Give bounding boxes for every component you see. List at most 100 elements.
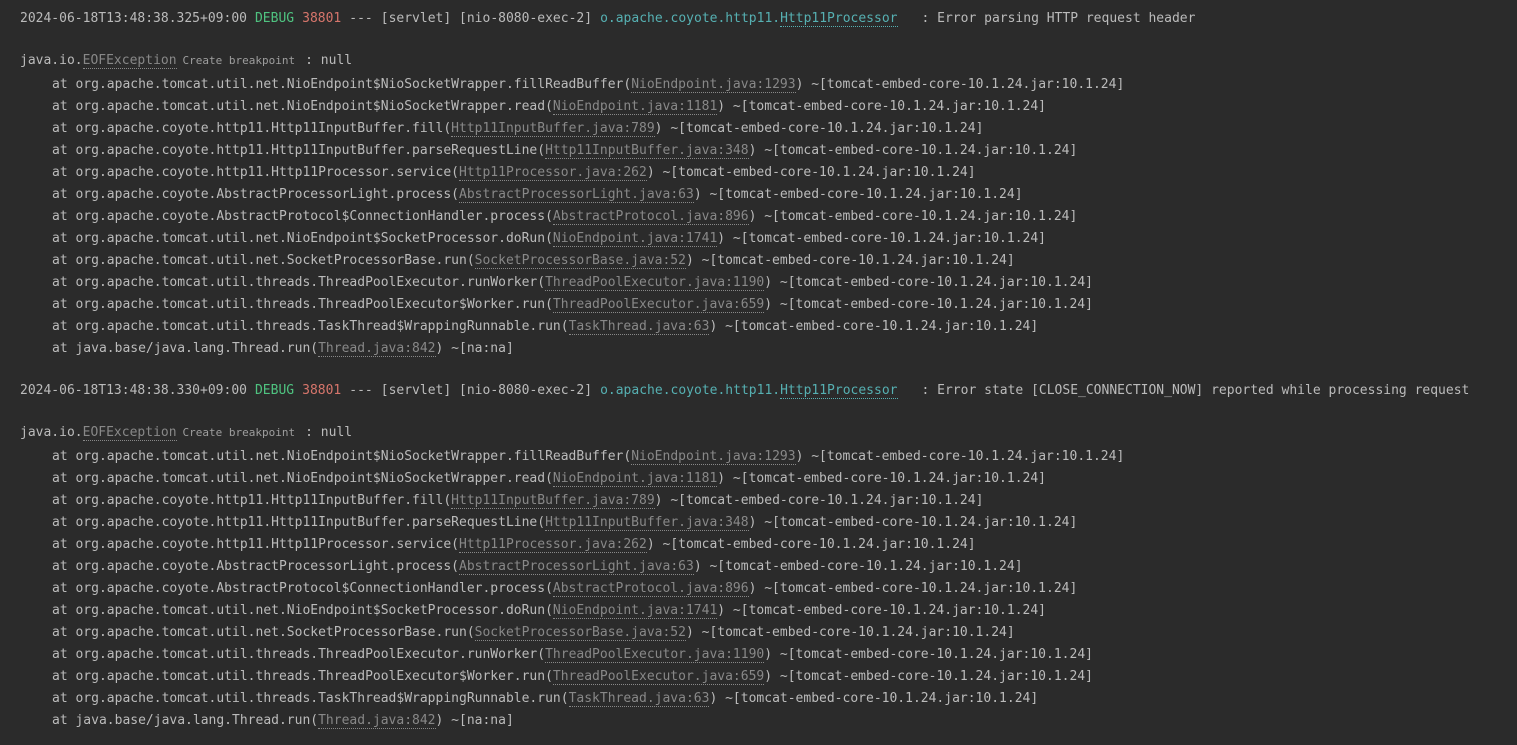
stack-frame: at org.apache.coyote.http11.Http11InputB… (20, 140, 1497, 162)
source-link[interactable]: NioEndpoint.java:1181 (553, 99, 717, 115)
stack-jar: ) ~[tomcat-embed-core-10.1.24.jar:10.1.2… (717, 99, 1046, 114)
stack-frame: at org.apache.coyote.http11.Http11InputB… (20, 512, 1497, 534)
source-link[interactable]: NioEndpoint.java:1181 (553, 471, 717, 487)
stack-jar: ) ~[tomcat-embed-core-10.1.24.jar:10.1.2… (764, 275, 1093, 290)
separator: --- (349, 380, 372, 402)
stack-jar: ) ~[tomcat-embed-core-10.1.24.jar:10.1.2… (686, 625, 1015, 640)
timestamp: 2024-06-18T13:48:38.330+09:00 (20, 380, 247, 402)
stack-frame: at org.apache.tomcat.util.net.SocketProc… (20, 622, 1497, 644)
stack-jar: ) ~[tomcat-embed-core-10.1.24.jar:10.1.2… (647, 537, 976, 552)
stack-method: at org.apache.coyote.http11.Http11InputB… (52, 121, 451, 136)
separator: --- (349, 8, 372, 30)
stack-method: at org.apache.coyote.http11.Http11InputB… (52, 515, 545, 530)
exception-class-link[interactable]: EOFException (83, 425, 177, 441)
source-link[interactable]: ThreadPoolExecutor.java:1190 (545, 647, 764, 663)
stack-frame: at org.apache.tomcat.util.net.NioEndpoin… (20, 468, 1497, 490)
source-link[interactable]: Thread.java:842 (318, 713, 435, 729)
logger-prefix: o.apache.coyote.http11. (600, 383, 780, 398)
source-link[interactable]: Http11InputBuffer.java:348 (545, 515, 749, 531)
stack-frame: at java.base/java.lang.Thread.run(Thread… (20, 710, 1497, 732)
source-link[interactable]: Http11Processor.java:262 (459, 165, 647, 181)
source-link[interactable]: NioEndpoint.java:1293 (631, 449, 795, 465)
stack-method: at org.apache.coyote.AbstractProtocol$Co… (52, 209, 553, 224)
stack-method: at org.apache.tomcat.util.net.NioEndpoin… (52, 603, 553, 618)
stack-method: at org.apache.coyote.AbstractProcessorLi… (52, 187, 459, 202)
stack-jar: ) ~[tomcat-embed-core-10.1.24.jar:10.1.2… (749, 209, 1078, 224)
source-link[interactable]: ThreadPoolExecutor.java:659 (553, 669, 764, 685)
stack-method: at org.apache.tomcat.util.threads.Thread… (52, 275, 545, 290)
stack-jar: ) ~[tomcat-embed-core-10.1.24.jar:10.1.2… (647, 165, 976, 180)
source-link[interactable]: SocketProcessorBase.java:52 (475, 253, 686, 269)
stack-frame: at java.base/java.lang.Thread.run(Thread… (20, 338, 1497, 360)
log-header: 2024-06-18T13:48:38.330+09:00 DEBUG 38801-… (20, 380, 1497, 402)
exception-package: java.io. (20, 425, 83, 440)
exception-class-link[interactable]: EOFException (83, 53, 177, 69)
stack-method: at org.apache.coyote.AbstractProtocol$Co… (52, 581, 553, 596)
logger-class-link[interactable]: Http11Processor (780, 383, 897, 399)
source-link[interactable]: AbstractProtocol.java:896 (553, 581, 749, 597)
exception-message: : null (305, 425, 352, 440)
stack-jar: ) ~[tomcat-embed-core-10.1.24.jar:10.1.2… (796, 77, 1125, 92)
log-message: : Error state [CLOSE_CONNECTION_NOW] rep… (922, 380, 1470, 402)
log-level: DEBUG (255, 8, 294, 30)
stack-method: at org.apache.tomcat.util.threads.TaskTh… (52, 691, 569, 706)
source-link[interactable]: TaskThread.java:63 (569, 691, 710, 707)
stack-jar: ) ~[tomcat-embed-core-10.1.24.jar:10.1.2… (686, 253, 1015, 268)
stack-frame: at org.apache.coyote.http11.Http11Proces… (20, 534, 1497, 556)
source-link[interactable]: Http11Processor.java:262 (459, 537, 647, 553)
source-link[interactable]: Http11InputBuffer.java:789 (451, 493, 655, 509)
log-level: DEBUG (255, 380, 294, 402)
source-link[interactable]: Http11InputBuffer.java:789 (451, 121, 655, 137)
source-link[interactable]: AbstractProcessorLight.java:63 (459, 559, 694, 575)
stack-method: at java.base/java.lang.Thread.run( (52, 341, 318, 356)
source-link[interactable]: NioEndpoint.java:1741 (553, 603, 717, 619)
source-link[interactable]: NioEndpoint.java:1293 (631, 77, 795, 93)
console-output[interactable]: 2024-06-18T13:48:38.325+09:00DEBUG38801-… (20, 8, 1497, 732)
stack-frame: at org.apache.tomcat.util.threads.Thread… (20, 666, 1497, 688)
source-link[interactable]: SocketProcessorBase.java:52 (475, 625, 686, 641)
stack-method: at org.apache.tomcat.util.net.NioEndpoin… (52, 231, 553, 246)
stack-method: at java.base/java.lang.Thread.run( (52, 713, 318, 728)
stack-jar: ) ~[tomcat-embed-core-10.1.24.jar:10.1.2… (717, 603, 1046, 618)
stack-jar: ) ~[tomcat-embed-core-10.1.24.jar:10.1.2… (749, 581, 1078, 596)
log-message: : Error parsing HTTP request header (922, 8, 1196, 30)
stack-method: at org.apache.coyote.AbstractProcessorLi… (52, 559, 459, 574)
stack-jar: ) ~[na:na] (436, 713, 514, 728)
exception-line: java.io.EOFException Create breakpoint : n… (20, 50, 1497, 72)
stack-jar: ) ~[tomcat-embed-core-10.1.24.jar:10.1.2… (709, 691, 1038, 706)
stack-method: at org.apache.tomcat.util.net.SocketProc… (52, 625, 475, 640)
source-link[interactable]: NioEndpoint.java:1741 (553, 231, 717, 247)
stack-jar: ) ~[tomcat-embed-core-10.1.24.jar:10.1.2… (709, 319, 1038, 334)
source-link[interactable]: Http11InputBuffer.java:348 (545, 143, 749, 159)
source-link[interactable]: Thread.java:842 (318, 341, 435, 357)
stack-jar: ) ~[tomcat-embed-core-10.1.24.jar:10.1.2… (764, 669, 1093, 684)
stack-frame: at org.apache.coyote.http11.Http11Proces… (20, 162, 1497, 184)
source-link[interactable]: ThreadPoolExecutor.java:1190 (545, 275, 764, 291)
stack-jar: ) ~[tomcat-embed-core-10.1.24.jar:10.1.2… (655, 121, 984, 136)
stack-method: at org.apache.tomcat.util.net.NioEndpoin… (52, 449, 631, 464)
stack-method: at org.apache.coyote.http11.Http11InputB… (52, 143, 545, 158)
exception-message: : null (305, 53, 352, 68)
stack-frame: at org.apache.coyote.AbstractProcessorLi… (20, 556, 1497, 578)
create-breakpoint-link[interactable]: Create breakpoint (183, 426, 296, 439)
source-link[interactable]: AbstractProtocol.java:896 (553, 209, 749, 225)
source-link[interactable]: ThreadPoolExecutor.java:659 (553, 297, 764, 313)
stack-method: at org.apache.tomcat.util.threads.Thread… (52, 297, 553, 312)
stack-frame: at org.apache.tomcat.util.threads.TaskTh… (20, 688, 1497, 710)
stack-jar: ) ~[tomcat-embed-core-10.1.24.jar:10.1.2… (764, 647, 1093, 662)
stack-frame: at org.apache.tomcat.util.net.NioEndpoin… (20, 96, 1497, 118)
process-id: 38801 (302, 380, 341, 402)
process-id: 38801 (302, 8, 341, 30)
source-link[interactable]: TaskThread.java:63 (569, 319, 710, 335)
exception-package: java.io. (20, 53, 83, 68)
stack-frame: at org.apache.coyote.AbstractProcessorLi… (20, 184, 1497, 206)
stack-frame: at org.apache.tomcat.util.net.NioEndpoin… (20, 74, 1497, 96)
logger-class-link[interactable]: Http11Processor (780, 11, 897, 27)
stack-frame: at org.apache.coyote.AbstractProtocol$Co… (20, 206, 1497, 228)
stack-jar: ) ~[tomcat-embed-core-10.1.24.jar:10.1.2… (694, 187, 1023, 202)
stack-method: at org.apache.coyote.http11.Http11Proces… (52, 165, 459, 180)
create-breakpoint-link[interactable]: Create breakpoint (183, 54, 296, 67)
source-link[interactable]: AbstractProcessorLight.java:63 (459, 187, 694, 203)
stack-jar: ) ~[tomcat-embed-core-10.1.24.jar:10.1.2… (694, 559, 1023, 574)
stack-frame: at org.apache.tomcat.util.threads.Thread… (20, 644, 1497, 666)
